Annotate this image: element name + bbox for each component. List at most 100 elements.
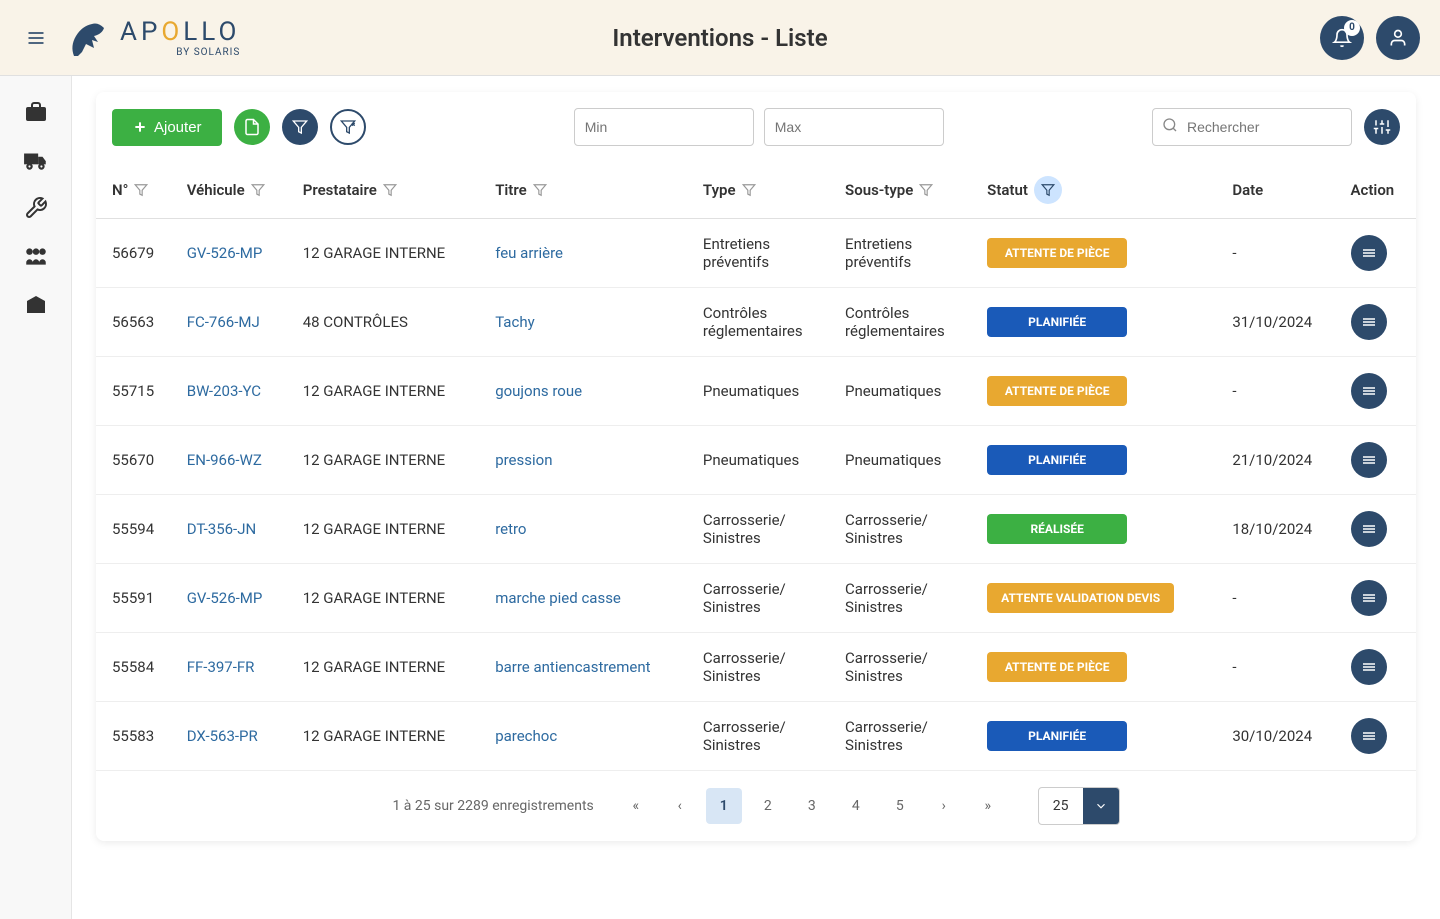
notifications-button[interactable]: 0 (1320, 16, 1364, 60)
plus-icon (132, 119, 148, 135)
row-action-button[interactable] (1351, 511, 1387, 547)
row-action-button[interactable] (1351, 304, 1387, 340)
search-input[interactable] (1152, 108, 1352, 146)
vehicule-link[interactable]: DT-356-JN (187, 520, 256, 538)
filter-prestataire-icon[interactable] (383, 183, 397, 197)
sliders-icon (1373, 118, 1391, 136)
cell-date: 31/10/2024 (1222, 288, 1340, 357)
people-icon (23, 243, 49, 269)
cell-type: Entretiens préventifs (693, 219, 835, 288)
cell-date: - (1222, 564, 1340, 633)
row-action-button[interactable] (1351, 649, 1387, 685)
vehicule-link[interactable]: GV-526-MP (187, 244, 263, 262)
page-last-button[interactable]: » (970, 788, 1006, 824)
row-action-button[interactable] (1351, 235, 1387, 271)
row-action-button[interactable] (1351, 373, 1387, 409)
col-date: Date (1232, 181, 1263, 199)
warehouse-icon (24, 292, 48, 316)
filter-statut-icon[interactable] (1034, 176, 1062, 204)
vehicule-link[interactable]: DX-563-PR (187, 727, 258, 745)
truck-icon (23, 147, 49, 173)
page-size-select[interactable]: 25 (1038, 787, 1120, 825)
titre-link[interactable]: feu arrière (495, 244, 563, 262)
cell-soustype: Contrôles réglementaires (835, 288, 977, 357)
cell-num: 55594 (96, 495, 177, 564)
col-num: N° (112, 181, 128, 199)
filter-type-icon[interactable] (742, 183, 756, 197)
cell-type: Pneumatiques (693, 426, 835, 495)
page-number-4[interactable]: 4 (838, 788, 874, 824)
table-row: 56679 GV-526-MP 12 GARAGE INTERNE feu ar… (96, 219, 1416, 288)
table-row: 55591 GV-526-MP 12 GARAGE INTERNE marche… (96, 564, 1416, 633)
settings-button[interactable] (1364, 109, 1400, 145)
interventions-table: N° Véhicule Prestataire Titre Type Sous-… (96, 162, 1416, 771)
toolbar: Ajouter (96, 92, 1416, 162)
chevron-down-icon (1094, 799, 1108, 813)
status-badge: ATTENTE VALIDATION DEVIS (987, 583, 1174, 613)
cell-prestataire: 12 GARAGE INTERNE (293, 357, 485, 426)
row-action-button[interactable] (1351, 580, 1387, 616)
cell-num: 56679 (96, 219, 177, 288)
filter-soustype-icon[interactable] (919, 183, 933, 197)
search-icon (1162, 117, 1178, 137)
logo-sub: BY SOLARIS (120, 47, 240, 58)
col-titre: Titre (495, 181, 527, 199)
sidebar-item-warehouse[interactable] (0, 280, 71, 328)
col-action: Action (1351, 181, 1395, 199)
filter-titre-icon[interactable] (533, 183, 547, 197)
status-badge: ATTENTE DE PIÈCE (987, 238, 1127, 268)
sidebar-item-tools[interactable] (0, 184, 71, 232)
menu-icon (1360, 520, 1378, 538)
table-row: 55594 DT-356-JN 12 GARAGE INTERNE retro … (96, 495, 1416, 564)
sidebar-item-briefcase[interactable] (0, 88, 71, 136)
sidebar-item-truck[interactable] (0, 136, 71, 184)
titre-link[interactable]: goujons roue (495, 382, 582, 400)
titre-link[interactable]: Tachy (495, 313, 535, 331)
vehicule-link[interactable]: GV-526-MP (187, 589, 263, 607)
filter-vehicule-icon[interactable] (251, 183, 265, 197)
titre-link[interactable]: parechoc (495, 727, 557, 745)
row-action-button[interactable] (1351, 442, 1387, 478)
vehicule-link[interactable]: EN-966-WZ (187, 451, 262, 469)
page-number-1[interactable]: 1 (706, 788, 742, 824)
vehicule-link[interactable]: FF-397-FR (187, 658, 255, 676)
cell-prestataire: 12 GARAGE INTERNE (293, 426, 485, 495)
page-first-button[interactable]: « (618, 788, 654, 824)
menu-icon (1360, 313, 1378, 331)
min-input[interactable] (574, 108, 754, 146)
titre-link[interactable]: barre antiencastrement (495, 658, 650, 676)
page-next-button[interactable]: › (926, 788, 962, 824)
menu-icon (1360, 451, 1378, 469)
cell-prestataire: 12 GARAGE INTERNE (293, 495, 485, 564)
row-action-button[interactable] (1351, 718, 1387, 754)
header: APOLLO BY SOLARIS Interventions - Liste … (0, 0, 1440, 76)
vehicule-link[interactable]: FC-766-MJ (187, 313, 260, 331)
titre-link[interactable]: retro (495, 520, 526, 538)
titre-link[interactable]: pression (495, 451, 552, 469)
menu-button[interactable] (20, 22, 52, 54)
export-button[interactable] (234, 109, 270, 145)
user-button[interactable] (1376, 16, 1420, 60)
cell-prestataire: 48 CONTRÔLES (293, 288, 485, 357)
cell-type: Carrosserie/​Sinistres (693, 702, 835, 771)
cell-num: 56563 (96, 288, 177, 357)
sidebar-item-people[interactable] (0, 232, 71, 280)
page-size-dropdown-button[interactable] (1083, 788, 1119, 824)
logo[interactable]: APOLLO BY SOLARIS (64, 16, 240, 60)
page-number-3[interactable]: 3 (794, 788, 830, 824)
clear-filter-button[interactable] (330, 109, 366, 145)
max-input[interactable] (764, 108, 944, 146)
vehicule-link[interactable]: BW-203-YC (187, 382, 261, 400)
cell-date: - (1222, 219, 1340, 288)
page-prev-button[interactable]: ‹ (662, 788, 698, 824)
status-badge: ATTENTE DE PIÈCE (987, 652, 1127, 682)
add-button[interactable]: Ajouter (112, 109, 222, 146)
filter-button[interactable] (282, 109, 318, 145)
filter-num-icon[interactable] (134, 183, 148, 197)
titre-link[interactable]: marche pied casse (495, 589, 621, 607)
page-number-5[interactable]: 5 (882, 788, 918, 824)
page-number-2[interactable]: 2 (750, 788, 786, 824)
cell-num: 55591 (96, 564, 177, 633)
table-row: 56563 FC-766-MJ 48 CONTRÔLES Tachy Contr… (96, 288, 1416, 357)
page-title: Interventions - Liste (612, 24, 827, 52)
